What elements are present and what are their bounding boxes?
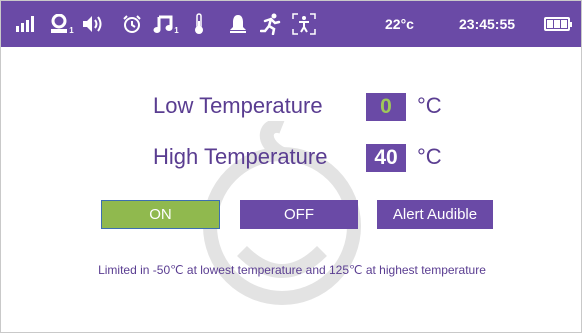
- high-temperature-unit: °C: [417, 144, 442, 169]
- high-temperature-label: High Temperature: [153, 144, 328, 169]
- status-bar: 1 1 22°c 23:45:55: [1, 1, 581, 47]
- high-temperature-value[interactable]: 40: [366, 144, 406, 172]
- music-icon[interactable]: 1: [151, 1, 181, 47]
- off-button[interactable]: OFF: [240, 200, 358, 229]
- low-temperature-value[interactable]: 0: [366, 93, 406, 121]
- motion-frame-icon[interactable]: [291, 1, 317, 47]
- on-button[interactable]: ON: [101, 200, 220, 229]
- low-temperature-unit: °C: [417, 93, 442, 118]
- alarm-settings-screen: 1 1 22°c 23:45:55 Low Temperature 0 °C H…: [0, 0, 582, 333]
- temperature-range-note: Limited in -50℃ at lowest temperature an…: [98, 263, 486, 277]
- status-clock: 23:45:55: [459, 16, 516, 32]
- low-temperature-label: Low Temperature: [153, 93, 323, 118]
- alert-audible-button[interactable]: Alert Audible: [377, 200, 493, 229]
- status-temperature: 22°c: [385, 16, 414, 32]
- running-icon[interactable]: [259, 1, 283, 47]
- battery-icon: [544, 17, 572, 31]
- alarm-icon[interactable]: [121, 1, 143, 47]
- thermometer-icon[interactable]: [191, 1, 207, 47]
- bell-icon[interactable]: [227, 1, 249, 47]
- person-count: 1: [69, 25, 74, 35]
- signal-icon: [15, 1, 35, 47]
- music-count: 1: [174, 25, 179, 35]
- speaker-icon[interactable]: [81, 1, 107, 47]
- person-icon[interactable]: 1: [49, 1, 75, 47]
